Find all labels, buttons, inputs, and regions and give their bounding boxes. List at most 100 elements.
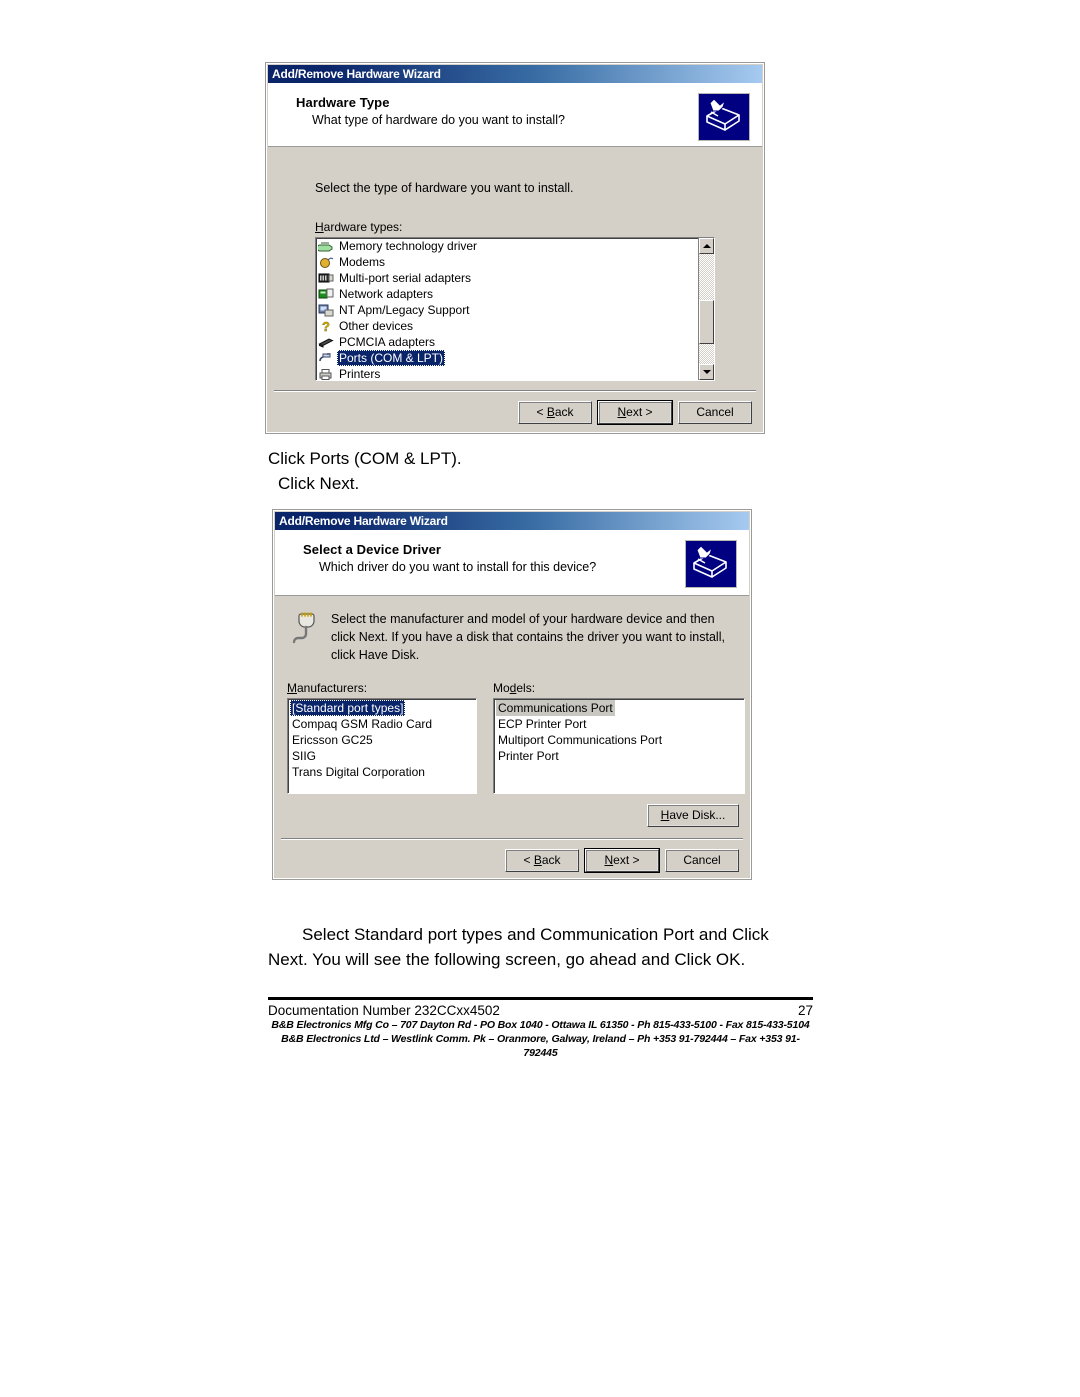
port-connector-icon — [318, 351, 334, 365]
svg-text:?: ? — [322, 319, 330, 333]
dialog2-button-row: < Back Next > Cancel — [275, 840, 749, 873]
list-item[interactable]: Printer Port — [494, 748, 744, 764]
list-item[interactable]: Modems — [316, 254, 697, 270]
dialog1-titlebar: Add/Remove Hardware Wizard — [268, 65, 762, 83]
add-remove-hardware-wizard-dialog-2[interactable]: Add/Remove Hardware Wizard Select a Devi… — [272, 509, 752, 880]
dialog2-heading: Select a Device Driver — [303, 542, 442, 557]
list-item[interactable]: Multi-port serial adapters — [316, 270, 697, 286]
back-button-1[interactable]: < Back — [518, 401, 592, 424]
next-button-2[interactable]: Next > — [584, 848, 660, 873]
list-item-label: Compaq GSM Radio Card — [292, 717, 433, 731]
list-item[interactable]: Trans Digital Corporation — [288, 764, 476, 780]
modem-icon — [318, 255, 334, 269]
caption2-line2: Next. You will see the following screen,… — [268, 949, 746, 969]
memory-chip-icon — [316, 239, 334, 253]
list-item-label: Printer Port — [498, 749, 559, 763]
dialog1-header-texts: Hardware Type What type of hardware do y… — [296, 93, 565, 127]
list-item[interactable]: PCMCIA adapters — [316, 334, 697, 350]
caption1-line2: Click Next. — [278, 473, 360, 493]
list-item[interactable]: Printers — [316, 366, 697, 381]
manufacturers-label: Manufacturers: — [287, 681, 368, 695]
footer-address-line-2: B&B Electronics Ltd – Westlink Comm. Pk … — [281, 1033, 800, 1060]
scroll-up-icon — [702, 244, 711, 248]
hardware-types-scrollbar[interactable] — [698, 238, 714, 380]
plug-connector-icon — [287, 610, 321, 644]
models-listbox[interactable]: Communications Port ECP Printer Port Multi… — [493, 698, 745, 794]
hardware-types-listbox[interactable]: Memory technology driver Modems Multi-port… — [315, 237, 715, 381]
back-button-2[interactable]: < Back — [505, 849, 579, 872]
list-item-label: Memory technology driver — [339, 239, 478, 253]
scroll-down-icon — [702, 370, 711, 374]
dialog2-body: Select the manufacturer and model of you… — [275, 596, 749, 838]
page-footer: Documentation Number 232CCxx4502 27 B&B … — [268, 997, 813, 1061]
dialog1-footer: < Back Next > Cancel — [268, 390, 762, 449]
list-item-label: Printers — [339, 367, 381, 381]
list-item-label: Trans Digital Corporation — [292, 765, 425, 779]
list-item[interactable]: ECP Printer Port — [494, 716, 744, 732]
add-hardware-wizard-icon — [698, 93, 750, 141]
scrollbar-track[interactable] — [699, 254, 714, 364]
documentation-number: Documentation Number 232CCxx4502 — [268, 1003, 500, 1018]
list-item[interactable]: Communications Port — [494, 700, 744, 716]
list-item[interactable]: SIIG — [288, 748, 476, 764]
list-item-label: Multi-port serial adapters — [339, 271, 472, 285]
list-item-label: Ports (COM & LPT) — [337, 350, 446, 366]
page-number: 27 — [797, 1003, 813, 1018]
network-card-icon — [318, 287, 334, 301]
list-item-label: NT Apm/Legacy Support — [339, 303, 470, 317]
list-item[interactable]: Memory technology driver — [316, 238, 697, 254]
add-remove-hardware-wizard-dialog-1[interactable]: Add/Remove Hardware Wizard Hardware Type… — [265, 62, 765, 434]
list-item-label: Other devices — [339, 319, 414, 333]
list-item[interactable]: Network adapters — [316, 286, 697, 302]
list-item-label: SIIG — [292, 749, 317, 763]
list-item-label: [Standard port types] — [290, 700, 406, 716]
caption-block-1: Click Ports (COM & LPT). Click Next. — [268, 447, 788, 496]
list-item[interactable]: NT Apm/Legacy Support — [316, 302, 697, 318]
footer-address-line-1: B&B Electronics Mfg Co – 707 Dayton Rd -… — [271, 1019, 810, 1031]
list-item[interactable]: ? Other devices — [316, 318, 697, 334]
dialog1-body: Select the type of hardware you want to … — [268, 147, 762, 390]
list-item[interactable]: [Standard port types] — [288, 700, 476, 716]
dialog2-title: Add/Remove Hardware Wizard — [279, 514, 448, 528]
manufacturers-listbox[interactable]: [Standard port types] Compaq GSM Radio Ca… — [287, 698, 477, 794]
dialog2-footer: < Back Next > Cancel — [275, 838, 749, 897]
printer-icon — [318, 367, 334, 380]
have-disk-button[interactable]: Have Disk... — [647, 804, 739, 827]
dialog1-title: Add/Remove Hardware Wizard — [272, 67, 441, 81]
list-item-label: Communications Port — [496, 700, 615, 716]
dialog1-button-row: < Back Next > Cancel — [268, 392, 762, 425]
dialog2-info-text: Select the manufacturer and model of you… — [331, 612, 725, 663]
dialog2-header: Select a Device Driver Which driver do y… — [275, 530, 749, 596]
dialog2-subheading: Which driver do you want to install for … — [319, 560, 597, 574]
dialog1-heading: Hardware Type — [296, 95, 390, 110]
caption2-line1: Select Standard port types and Communica… — [302, 925, 769, 944]
add-hardware-wizard-icon — [685, 540, 737, 588]
models-label: Models: — [493, 681, 536, 695]
footer-doc-line: Documentation Number 232CCxx4502 27 — [268, 1003, 813, 1018]
list-item-label: Multiport Communications Port — [498, 733, 663, 747]
footer-divider — [268, 997, 813, 1000]
dialog1-subheading: What type of hardware do you want to ins… — [312, 113, 565, 127]
list-item[interactable]: Compaq GSM Radio Card — [288, 716, 476, 732]
dialog1-header: Hardware Type What type of hardware do y… — [268, 83, 762, 147]
dialog2-titlebar: Add/Remove Hardware Wizard — [275, 512, 749, 530]
list-item[interactable]: Ports (COM & LPT) — [316, 350, 697, 366]
list-item-label: Network adapters — [339, 287, 434, 301]
hardware-types-label: Hardware types: — [315, 220, 403, 234]
list-item-label: PCMCIA adapters — [339, 335, 436, 349]
scroll-up-button[interactable] — [699, 238, 714, 254]
scroll-down-button[interactable] — [699, 364, 714, 380]
caption-block-2: Select Standard port types and Communica… — [268, 923, 813, 972]
list-item[interactable]: Multiport Communications Port — [494, 732, 744, 748]
list-item-label: Modems — [339, 255, 386, 269]
list-item[interactable]: Ericsson GC25 — [288, 732, 476, 748]
list-item-label: ECP Printer Port — [498, 717, 587, 731]
next-button-1[interactable]: Next > — [597, 400, 673, 425]
pcmcia-card-icon — [318, 335, 334, 349]
caption1-line1: Click Ports (COM & LPT). — [268, 449, 462, 468]
list-item-label: Ericsson GC25 — [292, 733, 373, 747]
scrollbar-thumb[interactable] — [699, 300, 714, 344]
legacy-device-icon — [318, 303, 334, 317]
cancel-button-2[interactable]: Cancel — [665, 849, 739, 872]
cancel-button-1[interactable]: Cancel — [678, 401, 752, 424]
